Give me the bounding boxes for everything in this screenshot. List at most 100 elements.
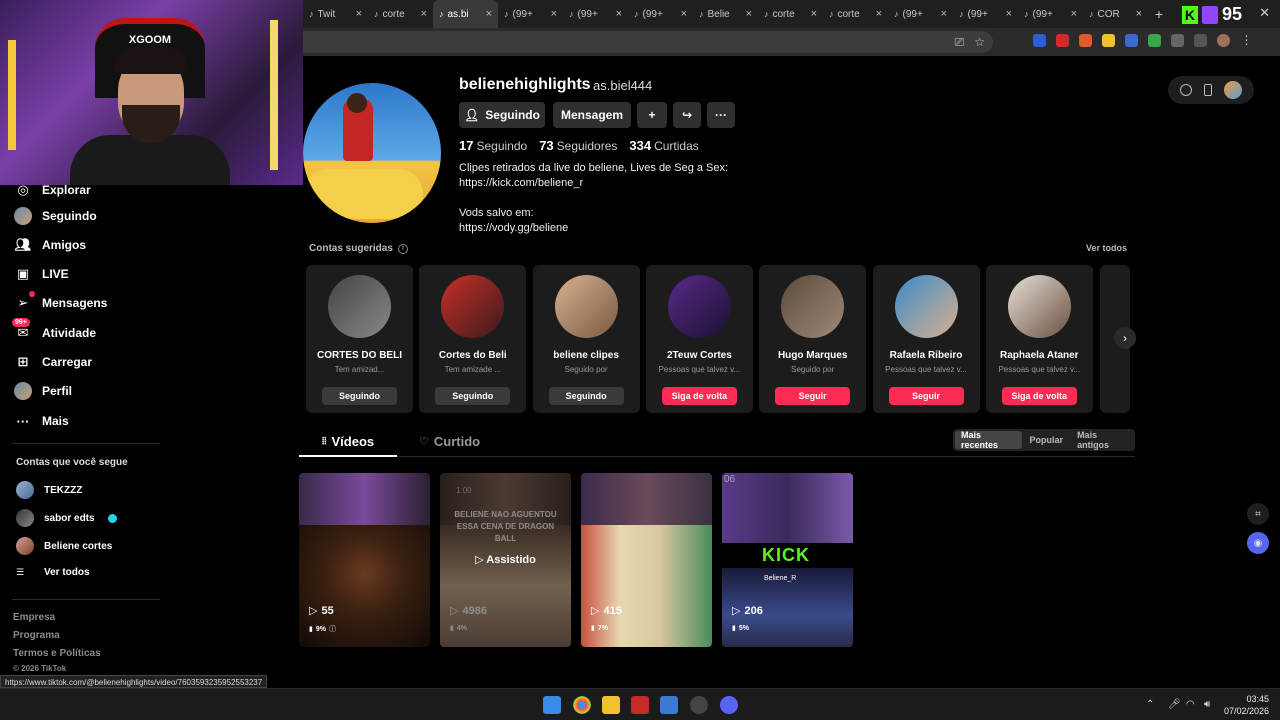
sort-popular[interactable]: Popular xyxy=(1024,431,1070,449)
compass-icon[interactable] xyxy=(1180,84,1192,96)
footer-link[interactable]: Empresa xyxy=(13,612,55,623)
new-tab-button[interactable]: + xyxy=(1148,6,1170,22)
microphone-icon[interactable]: 🎤︎ xyxy=(1168,699,1181,710)
footer-link[interactable]: Termos e Políticas xyxy=(13,648,101,659)
app-taskbar-icon[interactable] xyxy=(631,696,649,714)
browser-tab[interactable]: ♪ corte × xyxy=(758,0,823,28)
suggested-account-card[interactable]: 2Teuw Cortes Pessoas que talvez v... Siga … xyxy=(645,265,753,413)
omnibox[interactable]: ⎚ ☆ xyxy=(303,31,993,53)
bio-link[interactable]: https://kick.com/beliene_r xyxy=(459,176,728,191)
profile-avatar[interactable] xyxy=(303,83,441,223)
follow-button[interactable]: Seguir xyxy=(775,387,851,405)
tab-close-icon[interactable]: × xyxy=(1071,8,1077,20)
puzzle-icon[interactable] xyxy=(1171,34,1184,47)
extension-icon[interactable] xyxy=(1079,34,1092,47)
kick-extension-badge[interactable]: K 95 xyxy=(1181,4,1242,25)
video-thumbnail[interactable]: ▷ 415 ▮ 7% xyxy=(581,473,712,647)
message-button[interactable]: Mensagem xyxy=(553,102,631,128)
phone-icon[interactable] xyxy=(1204,84,1212,96)
tab-close-icon[interactable]: × xyxy=(1136,8,1142,20)
followed-account[interactable]: Beliene cortes xyxy=(16,537,112,555)
followed-account[interactable]: TEKZZZ xyxy=(16,481,82,499)
tab-videos[interactable]: ⦙⦙ Vídeos xyxy=(322,434,374,449)
sidebar-item[interactable]: ▣ LIVE xyxy=(14,265,69,283)
suggested-account-card[interactable]: Rafaela Ribeiro Pessoas que talvez v... Se… xyxy=(872,265,980,413)
browser-tab[interactable]: ♪ COR × xyxy=(1083,0,1148,28)
chevron-up-icon[interactable]: ⌃ xyxy=(1146,699,1154,710)
sidebar-item[interactable]: 👥︎ Amigos xyxy=(14,236,86,254)
tab-close-icon[interactable]: × xyxy=(486,8,492,20)
browser-tab[interactable]: ♪ (99+ × xyxy=(563,0,628,28)
tab-close-icon[interactable]: × xyxy=(421,8,427,20)
follow-button[interactable]: Siga de volta xyxy=(661,387,737,405)
browser-tab[interactable]: ♪ (99+ × xyxy=(1018,0,1083,28)
browser-tab[interactable]: ♪ Twit × xyxy=(303,0,368,28)
sidebar-item[interactable]: ✉ 99+ Atividade xyxy=(12,318,96,342)
share-button[interactable]: ↪ xyxy=(673,102,701,128)
add-friend-button[interactable]: + xyxy=(637,102,667,128)
browser-tab[interactable]: ♪ (99+ × xyxy=(498,0,563,28)
browser-tab[interactable]: ♪ Belie × xyxy=(693,0,758,28)
sort-recent[interactable]: Mais recentes xyxy=(955,430,1022,450)
info-icon[interactable]: i xyxy=(397,243,408,254)
tab-search-icon[interactable] xyxy=(1194,34,1207,47)
tab-close-icon[interactable]: × xyxy=(681,8,687,20)
more-options-button[interactable]: ··· xyxy=(707,102,735,128)
sidebar-item[interactable]: ◎ Explorar xyxy=(14,181,90,199)
qr-code-icon[interactable]: ⌗ xyxy=(1247,503,1269,525)
following-button[interactable]: Seguindo xyxy=(435,387,511,405)
browser-tab[interactable]: ♪ (99+ × xyxy=(888,0,953,28)
file-explorer-icon[interactable] xyxy=(602,696,620,714)
chrome-taskbar-icon[interactable] xyxy=(573,696,591,714)
followed-account[interactable]: sabor edts xyxy=(16,509,117,527)
discord-taskbar-icon[interactable] xyxy=(720,696,738,714)
wifi-icon[interactable]: ◠ xyxy=(1186,699,1195,710)
extension-icon[interactable] xyxy=(1056,34,1069,47)
extension-icon[interactable] xyxy=(1102,34,1115,47)
video-thumbnail[interactable]: 06 KICK Beliene_R ▷ 206 ▮ 5% xyxy=(722,473,853,647)
following-button[interactable]: Seguindo xyxy=(322,387,397,405)
discord-icon[interactable]: ◉ xyxy=(1247,532,1269,554)
volume-icon[interactable]: 🔊︎ xyxy=(1204,699,1210,710)
window-close-icon[interactable]: ✕ xyxy=(1259,5,1270,21)
sidebar-item[interactable]: Seguindo xyxy=(14,207,97,225)
clock[interactable]: 03:45 07/02/2026 xyxy=(1224,693,1269,717)
user-avatar[interactable] xyxy=(1224,81,1242,99)
notepad-icon[interactable] xyxy=(660,696,678,714)
chrome-profile-avatar[interactable] xyxy=(1217,34,1230,47)
bio-link[interactable]: https://vody.gg/beliene xyxy=(459,221,728,236)
suggested-account-card[interactable]: Raphaela Ataner Pessoas que talvez v... Si… xyxy=(985,265,1093,413)
browser-tab[interactable]: ♪ (99+ × xyxy=(628,0,693,28)
sidebar-item[interactable]: ··· Mais xyxy=(14,412,69,430)
tab-liked[interactable]: ♡ Curtido xyxy=(419,434,480,449)
tab-close-icon[interactable]: × xyxy=(876,8,882,20)
tab-close-icon[interactable]: × xyxy=(551,8,557,20)
obs-icon[interactable] xyxy=(690,696,708,714)
browser-tab[interactable]: ♪ corte × xyxy=(368,0,433,28)
suggested-see-all[interactable]: Ver todos xyxy=(1086,243,1127,253)
follow-button[interactable]: Seguir xyxy=(888,387,964,405)
tab-close-icon[interactable]: × xyxy=(1006,8,1012,20)
tab-close-icon[interactable]: × xyxy=(746,8,752,20)
following-button[interactable]: 👤︎ Seguindo xyxy=(459,102,545,128)
followers-stat[interactable]: 73 Seguidores xyxy=(539,138,617,153)
video-thumbnail[interactable]: ▷ 55 ▮ 9% ⓘ xyxy=(299,473,430,647)
tab-close-icon[interactable]: × xyxy=(811,8,817,20)
tab-close-icon[interactable]: × xyxy=(941,8,947,20)
browser-tab[interactable]: ♪ as.bi × xyxy=(433,0,498,28)
tab-close-icon[interactable]: × xyxy=(616,8,622,20)
suggested-account-card[interactable]: Cortes do Beli Tem amizade ... Seguindo xyxy=(419,265,527,413)
install-app-icon[interactable]: ⎚ xyxy=(955,35,965,50)
sort-oldest[interactable]: Mais antigos xyxy=(1071,430,1133,450)
suggested-account-card[interactable]: Hugo Marques Seguido por Seguir xyxy=(759,265,867,413)
suggested-account-card[interactable]: beliene clipes Seguido por Seguindo xyxy=(532,265,640,413)
chrome-menu-icon[interactable]: ⋮ xyxy=(1240,34,1253,47)
following-stat[interactable]: 17 Seguindo xyxy=(459,138,527,153)
chevron-right-icon[interactable]: › xyxy=(1114,327,1136,349)
follow-button[interactable]: Siga de volta xyxy=(1001,387,1077,405)
suggested-account-card[interactable]: CORTES DO BELI Tem amizad... Seguindo xyxy=(306,265,413,413)
bookmark-star-icon[interactable]: ☆ xyxy=(974,35,985,49)
tab-close-icon[interactable]: × xyxy=(356,8,362,20)
following-button[interactable]: Seguindo xyxy=(548,387,624,405)
browser-tab[interactable]: ♪ (99+ × xyxy=(953,0,1018,28)
